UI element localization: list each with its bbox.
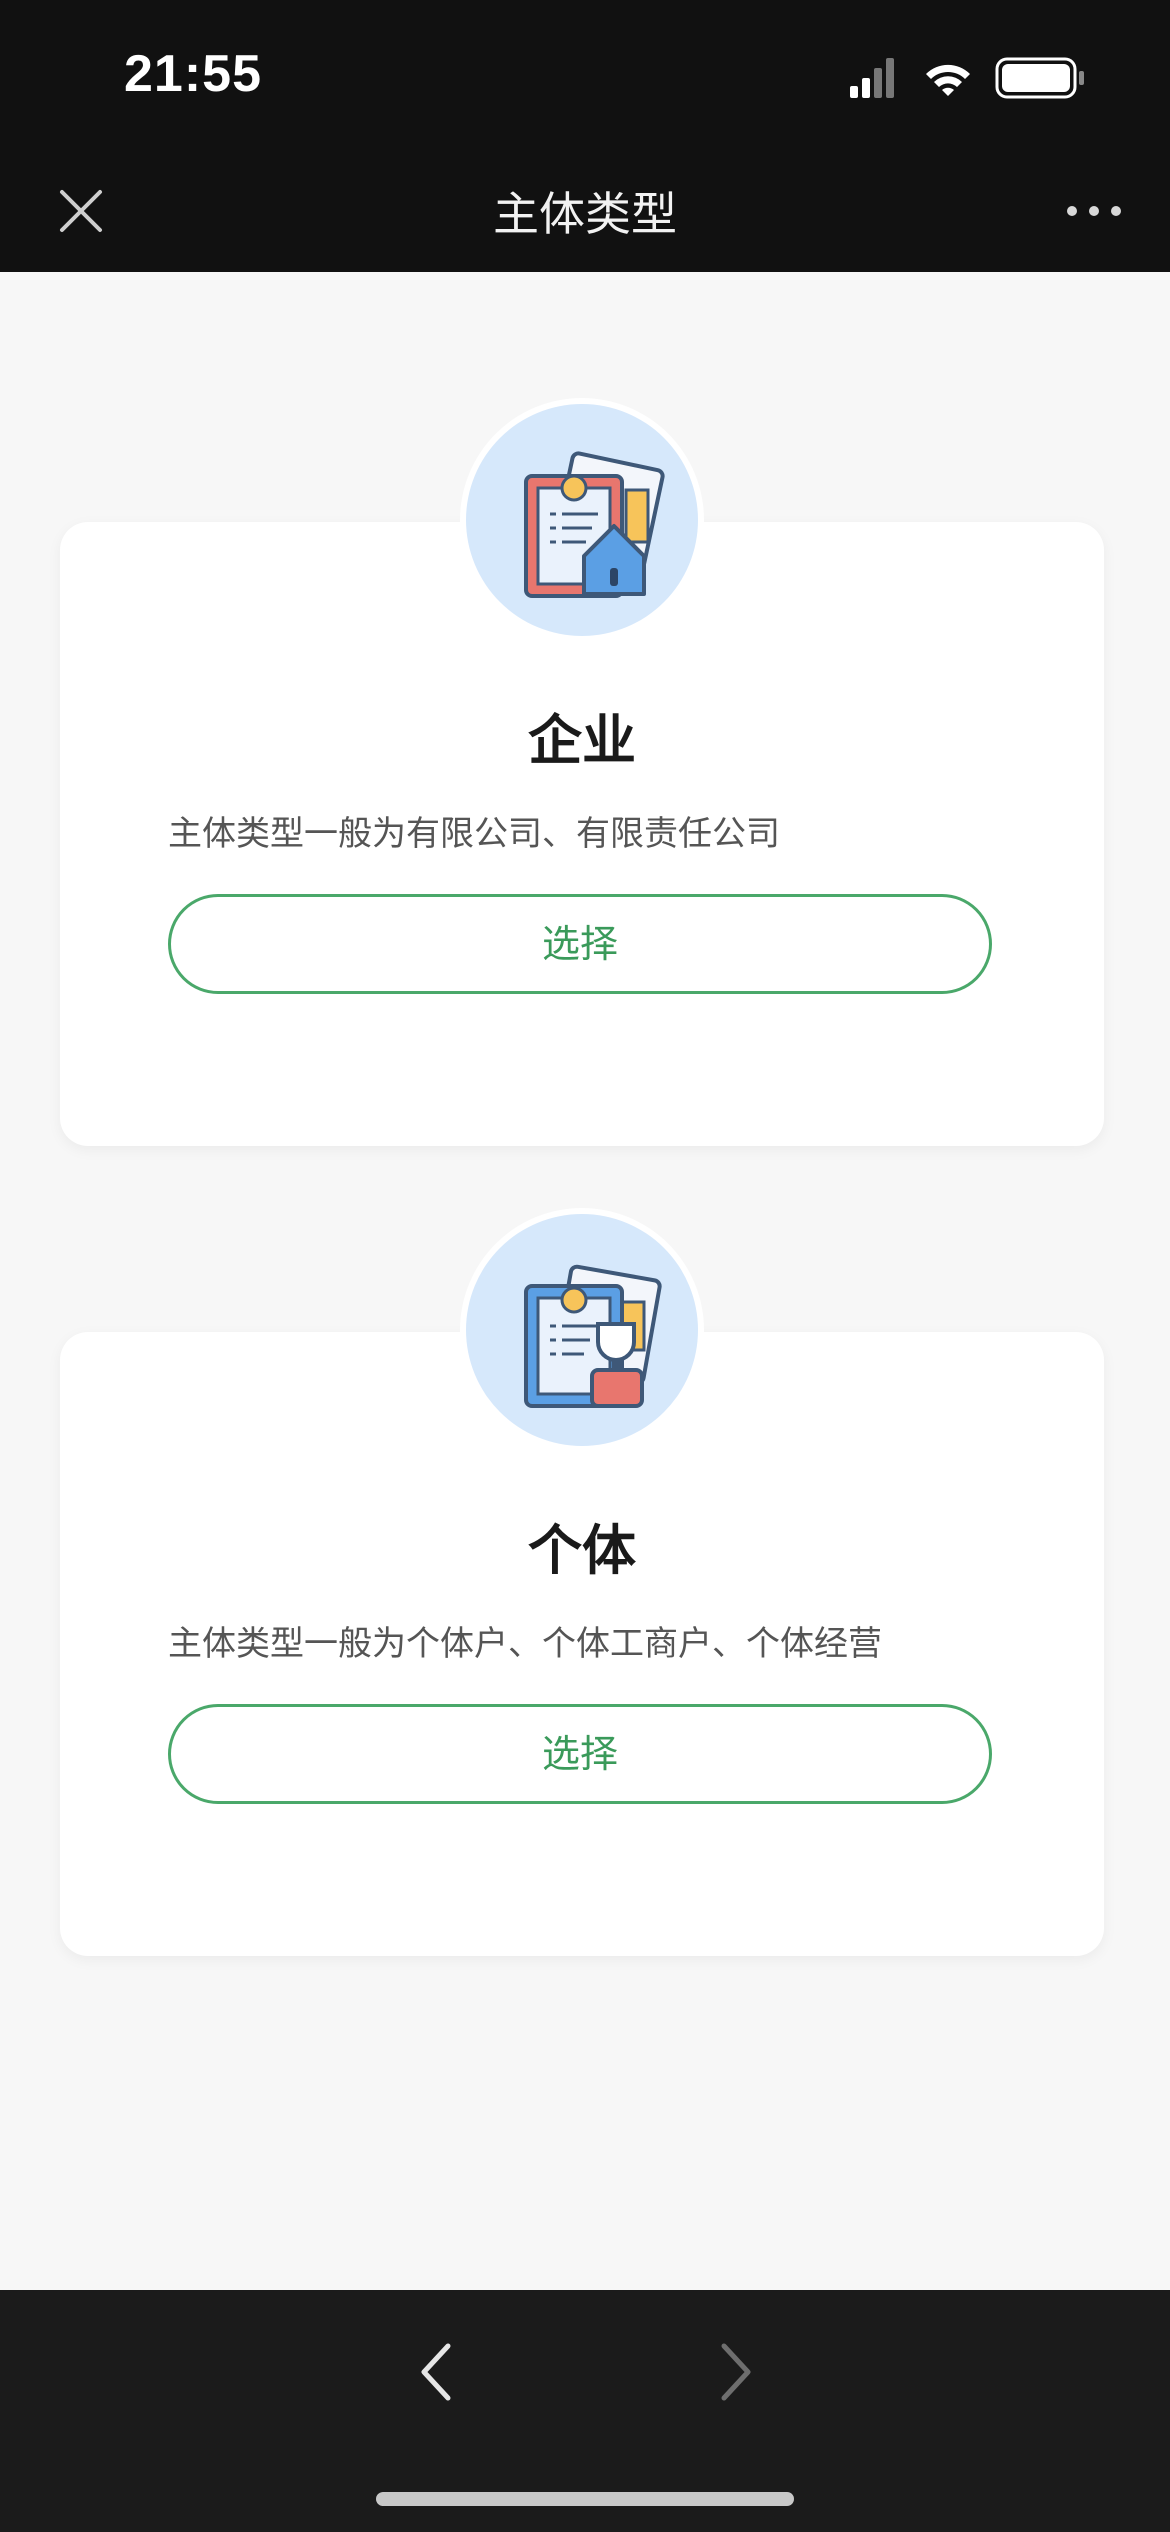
card-title: 企业 — [528, 709, 636, 772]
back-arrow-icon[interactable] — [410, 2332, 460, 2412]
card-description: 主体类型一般为个体户、个体工商户、个体经营 — [168, 1624, 882, 1664]
individual-icon — [466, 1214, 698, 1446]
select-button-enterprise[interactable]: 选择 — [168, 894, 992, 994]
card-description: 主体类型一般为有限公司、有限责任公司 — [168, 814, 780, 854]
enterprise-icon — [466, 404, 698, 636]
forward-arrow-icon[interactable] — [712, 2332, 762, 2412]
card-title: 个体 — [528, 1519, 636, 1582]
status-time: 21:55 — [124, 45, 262, 103]
select-button-individual[interactable]: 选择 — [168, 1704, 992, 1804]
home-indicator[interactable] — [376, 2492, 794, 2506]
more-icon[interactable] — [1062, 186, 1126, 236]
card-enterprise: 企业 主体类型一般为有限公司、有限责任公司 选择 — [60, 398, 1104, 1146]
card-individual: 个体 主体类型一般为个体户、个体工商户、个体经营 选择 — [60, 1208, 1104, 1956]
page-title: 主体类型 — [493, 187, 677, 241]
nav-bar: 主体类型 — [0, 150, 1170, 272]
battery-icon — [995, 57, 1084, 99]
wifi-icon — [926, 64, 970, 96]
card-icon-frame — [460, 1208, 704, 1452]
main-content: 企业 主体类型一般为有限公司、有限责任公司 选择 个体 主体类型一般为个体户、个… — [0, 272, 1170, 2290]
status-bar: 21:55 — [0, 0, 1170, 150]
bottom-toolbar — [0, 2290, 1170, 2532]
card-icon-frame — [460, 398, 704, 642]
signal-icon — [850, 58, 894, 98]
status-icons — [850, 56, 1090, 102]
